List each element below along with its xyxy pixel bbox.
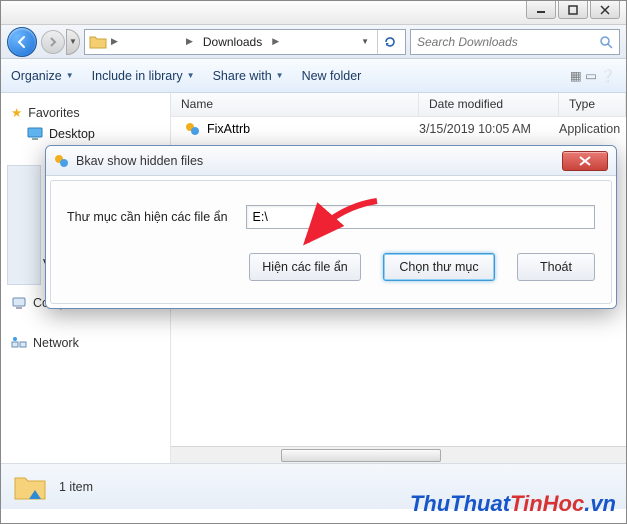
dialog-title: Bkav show hidden files — [76, 154, 203, 168]
refresh-button[interactable] — [377, 30, 401, 54]
address-bar-row: ▼ ▶ ▶ Downloads ▶ ▼ — [1, 25, 626, 59]
column-date[interactable]: Date modified — [419, 93, 559, 116]
include-in-library-menu[interactable]: Include in library▼ — [92, 69, 195, 83]
nav-history-dropdown[interactable]: ▼ — [66, 29, 80, 55]
watermark: ThuThuatTinHoc.vn — [410, 491, 616, 517]
application-icon — [54, 153, 70, 169]
address-dropdown-icon[interactable]: ▼ — [357, 37, 373, 46]
breadcrumb-current[interactable]: Downloads — [197, 33, 268, 51]
sidebar-label: Favorites — [28, 106, 79, 120]
sidebar-item-desktop[interactable]: Desktop — [5, 124, 166, 144]
sidebar-item-label: Network — [33, 336, 79, 350]
file-date: 3/15/2019 10:05 AM — [419, 122, 559, 136]
desktop-icon — [27, 127, 43, 141]
minimize-button[interactable] — [526, 1, 556, 19]
address-bar[interactable]: ▶ ▶ Downloads ▶ ▼ — [84, 29, 406, 55]
chevron-right-icon: ▶ — [186, 36, 193, 47]
sidebar-item-network[interactable]: Network — [5, 332, 166, 354]
chevron-right-icon: ▶ — [272, 36, 279, 47]
folder-path-label: Thư mục cần hiện các file ẩn — [67, 210, 228, 224]
window-titlebar — [1, 1, 626, 25]
toolbar: Organize▼ Include in library▼ Share with… — [1, 59, 626, 93]
sidebar-item-label: Desktop — [49, 127, 95, 141]
show-hidden-files-button[interactable]: Hiện các file ẩn — [249, 253, 361, 281]
application-icon — [185, 121, 201, 137]
exit-button[interactable]: Thoát — [517, 253, 595, 281]
column-type[interactable]: Type — [559, 93, 626, 116]
toolbar-view-icons[interactable]: ▦ ▭ ❔ — [570, 68, 616, 84]
file-name: FixAttrb — [207, 122, 250, 136]
folder-icon — [13, 472, 47, 502]
chevron-right-icon: ▶ — [111, 36, 118, 47]
horizontal-scrollbar[interactable] — [171, 446, 626, 463]
search-input[interactable] — [417, 35, 593, 49]
column-name[interactable]: Name — [171, 93, 419, 116]
file-type: Application — [559, 122, 620, 136]
dialog-titlebar[interactable]: Bkav show hidden files — [46, 146, 616, 176]
computer-icon — [11, 296, 27, 310]
dialog-close-button[interactable] — [562, 151, 608, 171]
choose-folder-button[interactable]: Chọn thư mục — [383, 253, 495, 281]
breadcrumb-segment[interactable] — [122, 31, 182, 52]
sidebar-favorites-header[interactable]: ★ Favorites — [5, 101, 166, 124]
star-icon: ★ — [11, 105, 22, 120]
nav-forward-button[interactable] — [41, 30, 65, 54]
search-icon — [599, 35, 613, 49]
sidebar-selection-highlight — [7, 165, 41, 285]
close-button[interactable] — [590, 1, 620, 19]
network-icon — [11, 336, 27, 350]
new-folder-button[interactable]: New folder — [302, 69, 362, 83]
file-row[interactable]: FixAttrb 3/15/2019 10:05 AM Application — [171, 117, 626, 141]
column-headers: Name Date modified Type — [171, 93, 626, 117]
nav-back-button[interactable] — [7, 27, 37, 57]
bkav-dialog: Bkav show hidden files Thư mục cần hiện … — [45, 145, 617, 309]
search-box[interactable] — [410, 29, 620, 55]
share-with-menu[interactable]: Share with▼ — [213, 69, 284, 83]
organize-menu[interactable]: Organize▼ — [11, 69, 74, 83]
status-item-count: 1 item — [59, 480, 93, 494]
folder-icon — [89, 34, 107, 50]
maximize-button[interactable] — [558, 1, 588, 19]
scrollbar-thumb[interactable] — [281, 449, 441, 462]
folder-path-input[interactable] — [246, 205, 595, 229]
